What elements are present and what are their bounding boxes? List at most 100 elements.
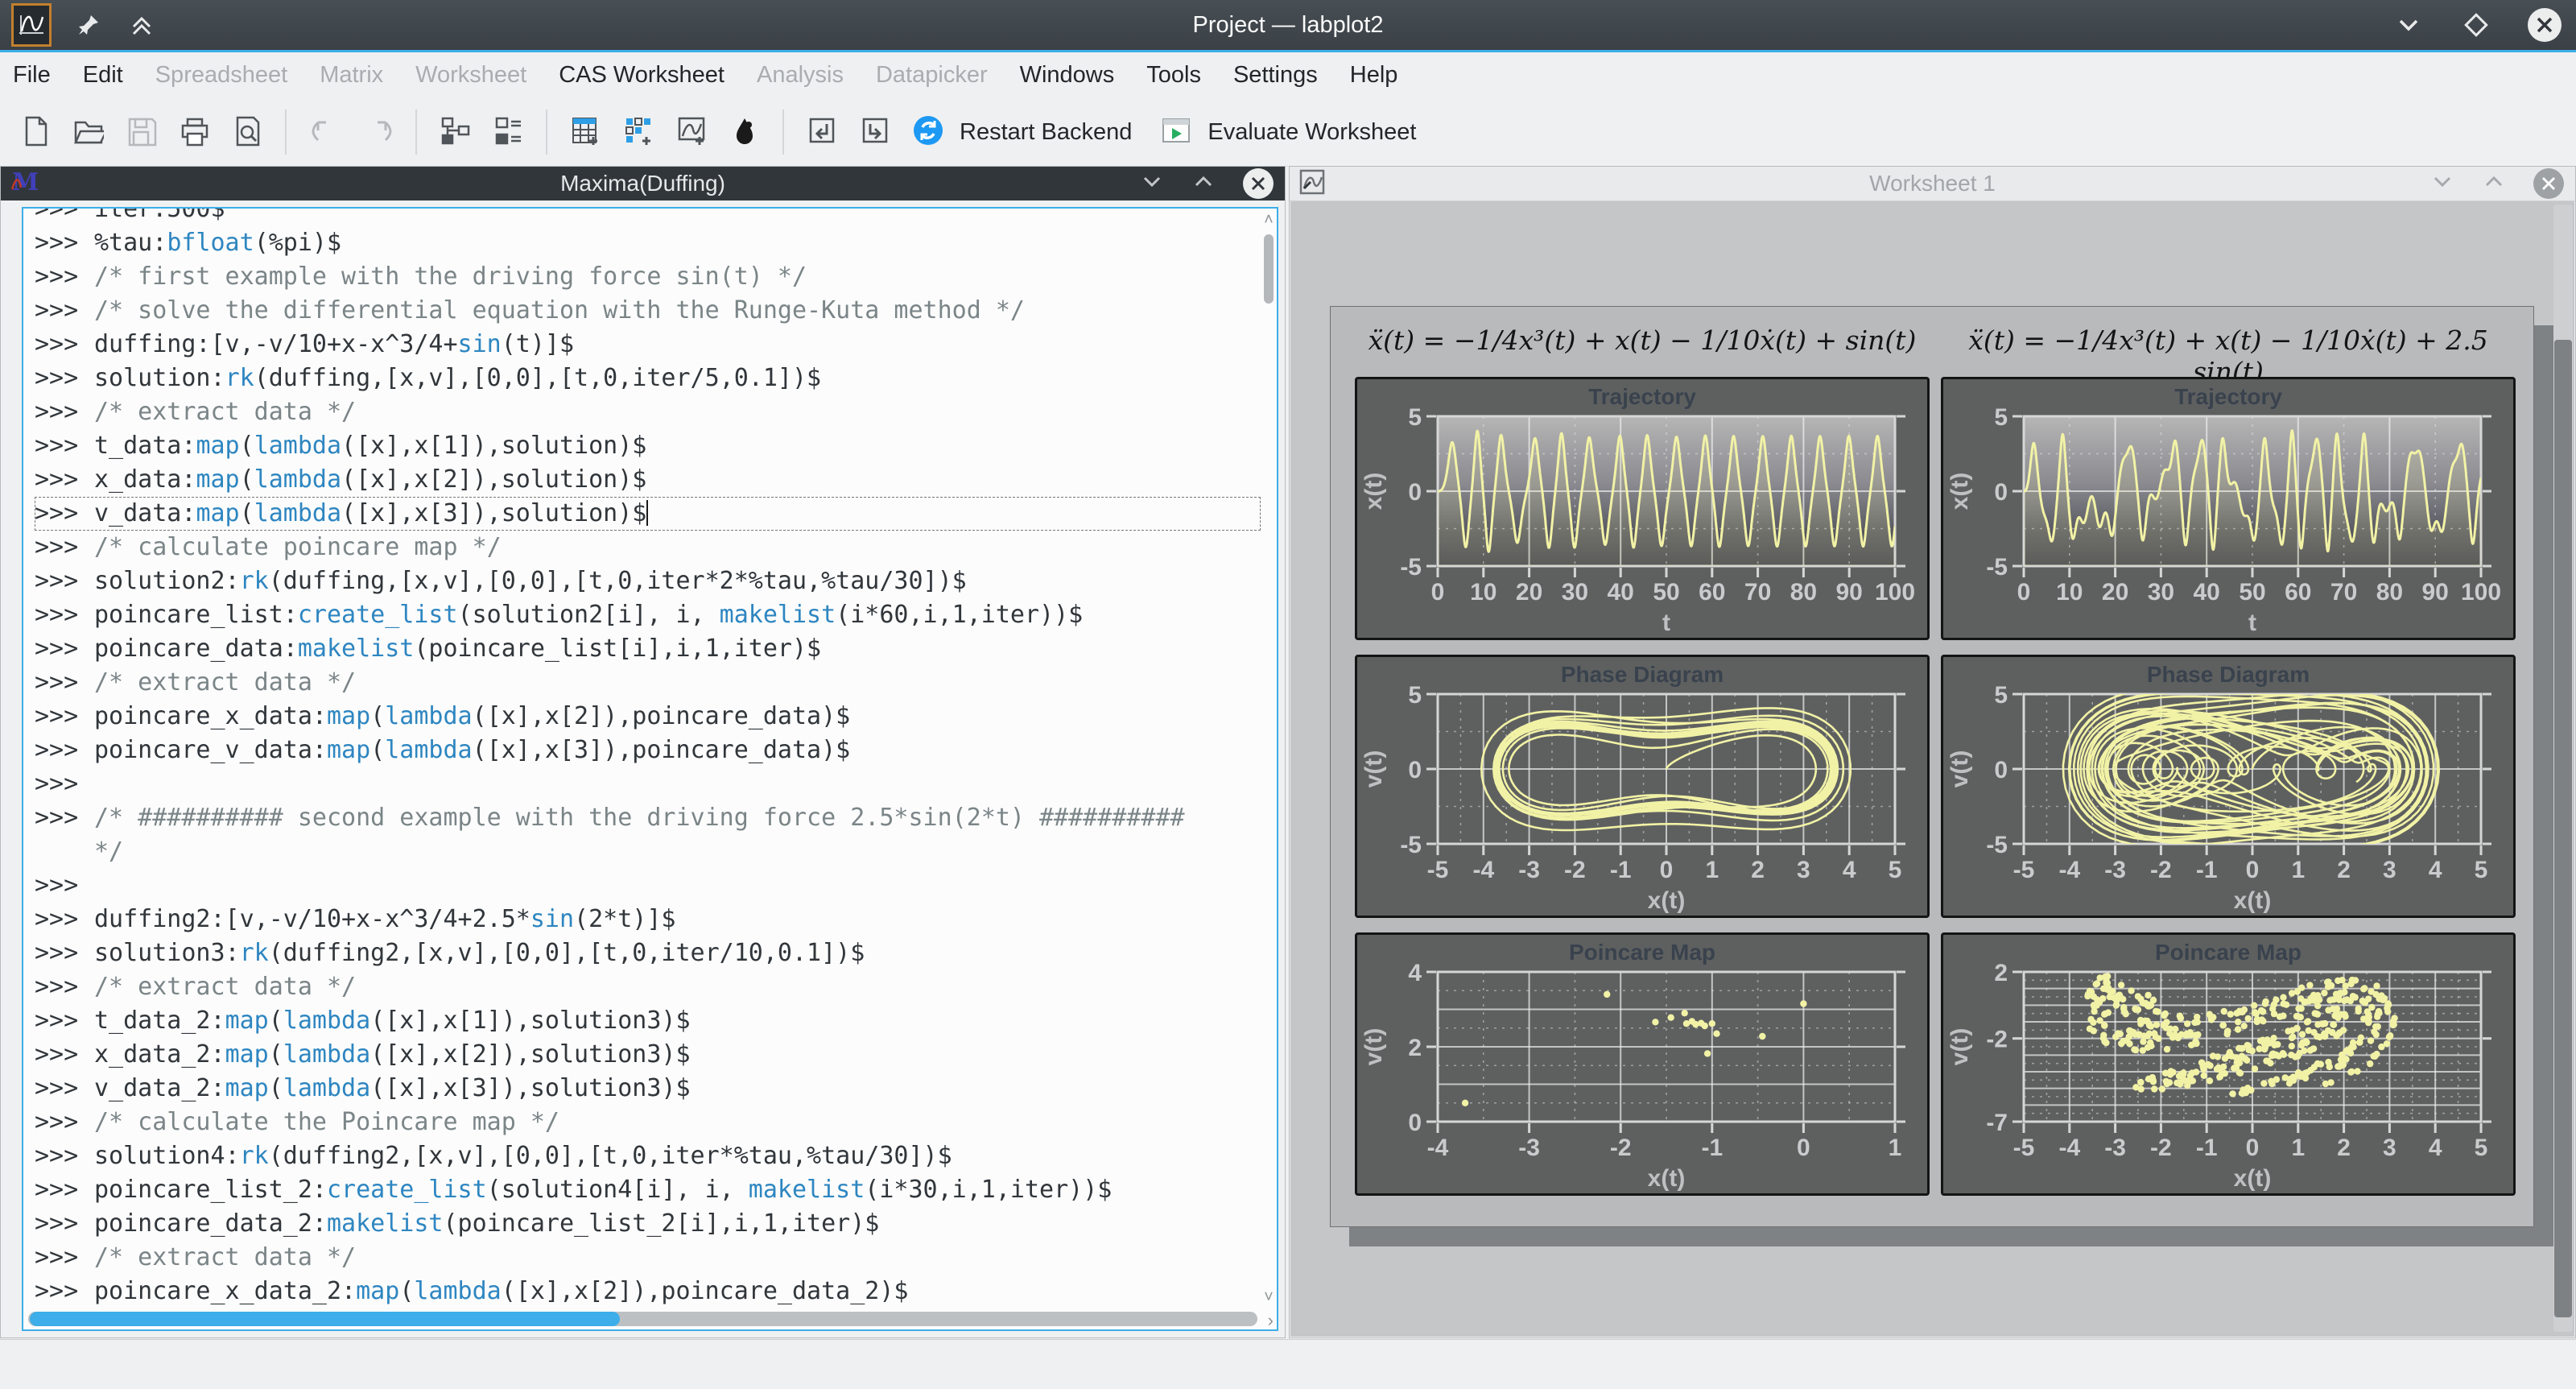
console-line[interactable]: >>>poincare_x_data:map(lambda([x],x[2]),… — [35, 700, 1261, 734]
menu-datapicker: Datapicker — [876, 62, 988, 89]
console-line[interactable]: >>>/* calculate the Poincare map */ — [35, 1106, 1261, 1139]
hscroll-thumb[interactable] — [30, 1312, 620, 1326]
console-line[interactable]: >>>poincare_data_2:makelist(poincare_lis… — [35, 1207, 1261, 1241]
console-line[interactable]: >>>poincare_v_data:map(lambda([x],x[3]),… — [35, 734, 1261, 767]
console-line[interactable]: >>>poincare_data:makelist(poincare_list[… — [35, 632, 1261, 666]
console-line[interactable]: >>>iter:500$ — [35, 207, 1261, 226]
console-line[interactable]: >>>poincare_x_data_2:map(lambda([x],x[2]… — [35, 1275, 1261, 1308]
console-line[interactable]: >>>duffing:[v,-v/10+x-x^3/4+sin(t)]$ — [35, 328, 1261, 362]
open-folder-button[interactable] — [63, 107, 113, 157]
console-line[interactable]: >>>/* extract data */ — [35, 1241, 1261, 1275]
plot-panel-poincare-map[interactable]: Poincare Map-4-3-2-101420x(t)v(t) — [1355, 932, 1930, 1196]
console-vertical-scrollbar[interactable]: ˄ ˅ — [1262, 212, 1275, 1305]
console-lines[interactable]: >>>iter:500$>>>%tau:bfloat(%pi)$>>>/* fi… — [23, 207, 1261, 1308]
new-datapicker-icon — [492, 114, 524, 151]
plot-canvas: 010203040506070809010050-5tx(t) — [1943, 408, 2513, 637]
worksheet-minimize-icon[interactable] — [2430, 170, 2454, 198]
svg-text:2: 2 — [1751, 857, 1765, 883]
console-line[interactable]: >>>/* extract data */ — [35, 395, 1261, 429]
svg-text:3: 3 — [2383, 857, 2396, 883]
console-line[interactable]: >>>solution:rk(duffing,[x,v],[0,0],[t,0,… — [35, 362, 1261, 395]
console-line[interactable]: >>>/* ########## second example with the… — [35, 801, 1261, 869]
plot-panel-poincare-map[interactable]: Poincare Map-5-4-3-2-10123452-2-7x(t)v(t… — [1941, 932, 2516, 1196]
scroll-right-icon[interactable]: › — [1268, 1310, 1274, 1331]
console-line[interactable]: >>>x_data:map(lambda([x],x[2]),solution)… — [35, 463, 1261, 497]
console-line[interactable]: >>>/* calculate poincare map */ — [35, 531, 1261, 564]
worksheet-view[interactable]: ẍ(t) = −1/4x³(t) + x(t) − 1/10ẋ(t) + sin… — [1290, 201, 2574, 1337]
export-file-button[interactable] — [850, 107, 900, 157]
menu-help[interactable]: Help — [1350, 62, 1398, 89]
evaluate-worksheet-button[interactable] — [1151, 107, 1201, 157]
restart-backend-button[interactable] — [903, 107, 953, 157]
scroll-down-icon[interactable]: ˅ — [1262, 1289, 1275, 1305]
console-line[interactable]: >>>v_data_2:map(lambda([x],x[3]),solutio… — [35, 1072, 1261, 1106]
new-workbook-button[interactable] — [430, 107, 480, 157]
menu-file[interactable]: File — [13, 62, 51, 89]
console-code: v_data:map(lambda([x],x[3]),solution)$ — [94, 497, 648, 531]
new-spreadsheet-button[interactable] — [560, 107, 610, 157]
main-area: M Maxima(Duffing) — [0, 166, 2576, 1338]
plot-panel-trajectory[interactable]: Trajectory 010203040506070809010050-5tx(… — [1941, 377, 2516, 640]
console-line[interactable]: >>>duffing2:[v,-v/10+x-x^3/4+2.5*sin(2*t… — [35, 903, 1261, 936]
console-line[interactable]: >>>/* solve the differential equation wi… — [35, 294, 1261, 328]
worksheet-icon — [1298, 167, 1327, 200]
new-notes-button[interactable] — [720, 107, 770, 157]
evaluate-worksheet-label[interactable]: Evaluate Worksheet — [1208, 119, 1416, 146]
menu-edit[interactable]: Edit — [83, 62, 123, 89]
new-matrix-button[interactable] — [613, 107, 663, 157]
console-line[interactable]: >>>solution3:rk(duffing2,[x,v],[0,0],[t,… — [35, 936, 1261, 970]
svg-text:-3: -3 — [2104, 857, 2126, 883]
print-button[interactable] — [169, 107, 219, 157]
print-preview-button[interactable] — [222, 107, 272, 157]
plot-panel-trajectory[interactable]: Trajectory 010203040506070809010050-5tx(… — [1355, 377, 1930, 640]
console-line[interactable]: >>> — [35, 869, 1261, 903]
menu-cas-worksheet[interactable]: CAS Worksheet — [559, 62, 724, 89]
console-line[interactable]: >>>x_data_2:map(lambda([x],x[2]),solutio… — [35, 1038, 1261, 1072]
svg-text:80: 80 — [2376, 579, 2403, 606]
console-line[interactable]: >>>v_data:map(lambda([x],x[3]),solution)… — [35, 497, 1261, 531]
console-line[interactable]: >>>/* extract data */ — [35, 970, 1261, 1004]
close-button[interactable] — [2528, 8, 2562, 42]
svg-text:30: 30 — [2148, 579, 2174, 606]
console-line[interactable]: >>>solution4:rk(duffing2,[x,v],[0,0],[t,… — [35, 1139, 1261, 1173]
svg-text:-1: -1 — [1610, 857, 1632, 883]
console-titlebar[interactable]: M Maxima(Duffing) — [1, 167, 1285, 200]
ws-vscroll-thumb[interactable] — [2554, 340, 2572, 1317]
new-document-button[interactable] — [10, 107, 60, 157]
vscroll-thumb[interactable] — [1264, 234, 1274, 304]
console-prompt: >>> — [35, 362, 80, 395]
import-file-button[interactable] — [797, 107, 847, 157]
new-datapicker-button[interactable] — [483, 107, 533, 157]
worksheet-close-icon[interactable] — [2533, 168, 2564, 199]
menu-windows[interactable]: Windows — [1020, 62, 1115, 89]
maxima-console[interactable]: >>>iter:500$>>>%tau:bfloat(%pi)$>>>/* fi… — [22, 207, 1278, 1331]
console-line[interactable]: >>>%tau:bfloat(%pi)$ — [35, 226, 1261, 260]
plot-panel-phase-diagram[interactable]: Phase Diagram-5-4-3-2-101234550-5x(t)v(t… — [1941, 655, 2516, 918]
svg-text:-5: -5 — [2013, 857, 2035, 883]
console-line[interactable]: >>>poincare_list_2:create_list(solution4… — [35, 1173, 1261, 1207]
minimize-button[interactable] — [2392, 9, 2425, 41]
worksheet-restore-icon[interactable] — [2482, 170, 2506, 198]
console-line[interactable]: >>>poincare_list:create_list(solution2[i… — [35, 598, 1261, 632]
menu-tools[interactable]: Tools — [1146, 62, 1201, 89]
restart-backend-label[interactable]: Restart Backend — [960, 119, 1132, 146]
console-line[interactable]: >>> — [35, 767, 1261, 801]
console-line[interactable]: >>>/* first example with the driving for… — [35, 260, 1261, 294]
console-line[interactable]: >>>t_data:map(lambda([x],x[1]),solution)… — [35, 429, 1261, 463]
console-minimize-icon[interactable] — [1140, 170, 1164, 198]
maximize-button[interactable] — [2460, 9, 2492, 41]
worksheet-titlebar[interactable]: Worksheet 1 — [1290, 167, 2575, 201]
console-horizontal-scrollbar[interactable]: ‹ › — [28, 1312, 1257, 1326]
console-prompt: >>> — [35, 970, 80, 1004]
console-line[interactable]: >>>/* extract data */ — [35, 666, 1261, 700]
console-close-icon[interactable] — [1243, 168, 1274, 199]
worksheet-vertical-scrollbar[interactable] — [2553, 205, 2573, 1332]
new-worksheet-button[interactable] — [667, 107, 716, 157]
plot-panel-phase-diagram[interactable]: Phase Diagram-5-4-3-2-101234550-5x(t)v(t… — [1355, 655, 1930, 918]
plot-canvas: -5-4-3-2-101234550-5x(t)v(t) — [1943, 686, 2513, 915]
console-line[interactable]: >>>solution2:rk(duffing,[x,v],[0,0],[t,0… — [35, 564, 1261, 598]
console-restore-icon[interactable] — [1191, 170, 1216, 198]
scroll-up-icon[interactable]: ˄ — [1262, 212, 1275, 228]
menu-settings[interactable]: Settings — [1233, 62, 1318, 89]
console-line[interactable]: >>>t_data_2:map(lambda([x],x[1]),solutio… — [35, 1004, 1261, 1038]
